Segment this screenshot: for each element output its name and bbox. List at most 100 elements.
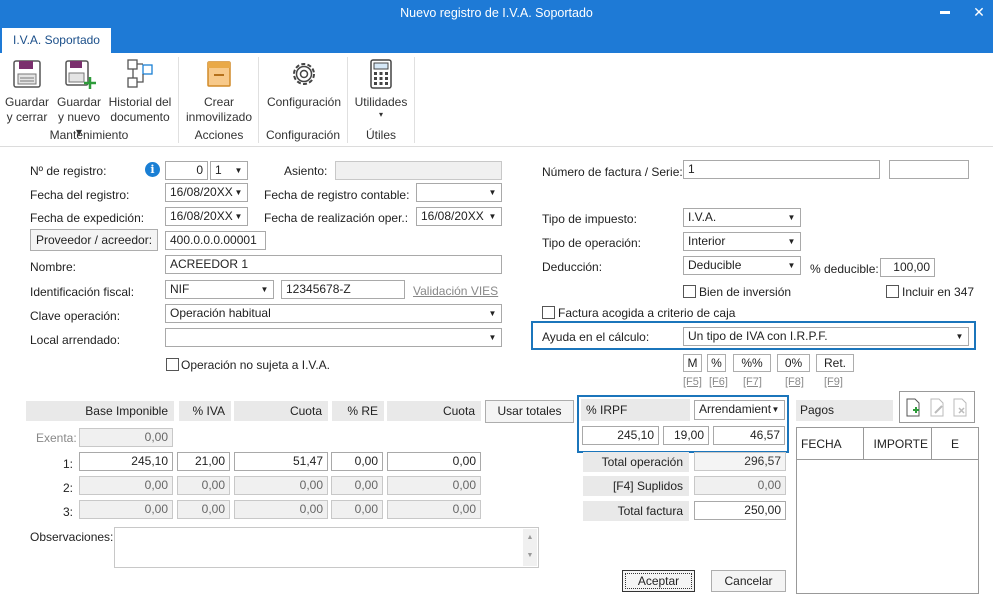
tipo-impuesto-select[interactable]: I.V.A. ▼ <box>683 208 801 227</box>
add-document-icon[interactable] <box>904 398 922 418</box>
fecha-oper-input[interactable]: 16/08/20XX ▼ <box>416 207 502 226</box>
tipo-operacion-select[interactable]: Interior ▼ <box>683 232 801 251</box>
nombre-label: Nombre: <box>30 260 77 274</box>
save-close-icon <box>13 60 41 88</box>
observaciones-textarea[interactable]: ▲ ▼ <box>114 527 539 568</box>
chevron-down-icon: ▼ <box>488 309 497 318</box>
tab-iva-soportado[interactable]: I.V.A. Soportado <box>2 28 111 53</box>
id-num-input[interactable]: 12345678-Z <box>281 280 405 299</box>
irpf-label: % IRPF <box>581 399 690 421</box>
pagos-toolbar <box>899 391 975 423</box>
ayuda-select[interactable]: Un tipo de IVA con I.R.P.F. ▼ <box>683 327 969 346</box>
irpf-pct-input[interactable]: 19,00 <box>663 426 709 445</box>
pagos-table[interactable]: FECHA IMPORTE E <box>796 427 979 594</box>
deduccion-label: Deducción: <box>542 260 603 274</box>
group-mantenimiento: Mantenimiento <box>49 128 129 142</box>
base-3-input[interactable]: 0,00 <box>79 500 173 519</box>
proveedor-input[interactable]: 400.0.0.0.00001 <box>165 231 266 250</box>
nombre-input[interactable]: ACREEDOR 1 <box>165 255 502 274</box>
cuota-2-input[interactable]: 0,00 <box>234 476 328 495</box>
re-2-input[interactable]: 0,00 <box>331 476 383 495</box>
num-factura-input[interactable]: 1 <box>683 160 880 179</box>
n-registro-input[interactable]: 0 <box>165 161 208 180</box>
utilidades-button[interactable]: Utilidades ▾ <box>352 57 410 120</box>
validacion-vies-link[interactable]: Validación VIES <box>413 284 498 298</box>
pagos-col-e: E <box>932 428 978 460</box>
re-3-input[interactable]: 0,00 <box>331 500 383 519</box>
ayuda-label: Ayuda en el cálculo: <box>542 330 650 344</box>
cuota-re-3-input[interactable]: 0,00 <box>387 500 481 519</box>
quick-pct-button[interactable]: % <box>707 354 726 372</box>
iva-3-input[interactable]: 0,00 <box>177 500 230 519</box>
historial-button[interactable]: Historial del documento <box>108 57 172 125</box>
proveedor-button[interactable]: Proveedor / acreedor: <box>30 229 158 251</box>
quick-pctpct-button[interactable]: %% <box>733 354 771 372</box>
chevron-down-icon: ▼ <box>260 285 269 294</box>
key-f7: [F7] <box>743 376 762 388</box>
iva-2-input[interactable]: 0,00 <box>177 476 230 495</box>
re-1-input[interactable]: 0,00 <box>331 452 383 471</box>
edit-document-icon[interactable] <box>928 398 946 418</box>
total-factura-input[interactable]: 250,00 <box>694 501 786 520</box>
cancelar-button[interactable]: Cancelar <box>711 570 786 592</box>
base-2-input[interactable]: 0,00 <box>79 476 173 495</box>
quick-zero-button[interactable]: 0% <box>777 354 810 372</box>
fecha-expedicion-input[interactable]: 16/08/20XX ▼ <box>165 207 248 226</box>
cuota-re-1-input[interactable]: 0,00 <box>387 452 481 471</box>
textarea-scrollbar[interactable]: ▲ ▼ <box>523 529 537 566</box>
criterio-caja-checkbox[interactable] <box>542 306 555 319</box>
cuota-3-input[interactable]: 0,00 <box>234 500 328 519</box>
cuota-1-input[interactable]: 51,47 <box>234 452 328 471</box>
deduccion-select[interactable]: Deducible ▼ <box>683 256 801 275</box>
minimize-icon[interactable]: ▬ <box>928 0 962 26</box>
criterio-caja-label: Factura acogida a criterio de caja <box>558 306 736 320</box>
asiento-label: Asiento: <box>284 164 328 178</box>
base-1-input[interactable]: 245,10 <box>79 452 173 471</box>
exenta-label: Exenta: <box>36 431 77 445</box>
key-f8: [F8] <box>785 376 804 388</box>
usar-totales-button[interactable]: Usar totales <box>485 400 574 423</box>
chevron-down-icon: ▼ <box>955 332 964 341</box>
configuracion-button[interactable]: Configuración <box>264 57 344 110</box>
clave-select[interactable]: Operación habitual ▼ <box>165 304 502 323</box>
bien-inversion-checkbox[interactable] <box>683 285 696 298</box>
irpf-importe-input[interactable]: 46,57 <box>713 426 785 445</box>
window-title: Nuevo registro de I.V.A. Soportado <box>400 6 593 20</box>
incluir-347-checkbox[interactable] <box>886 285 899 298</box>
irpf-tipo-select[interactable]: Arrendamient ▼ <box>694 400 785 420</box>
no-sujeta-checkbox[interactable] <box>166 358 179 371</box>
pct-deducible-input[interactable]: 100,00 <box>880 258 935 277</box>
col-cuota: Cuota <box>234 401 328 421</box>
quick-ret-button[interactable]: Ret. <box>816 354 854 372</box>
total-factura-label: Total factura <box>583 501 689 521</box>
crear-inmovilizado-button[interactable]: Crear inmovilizado <box>184 57 254 125</box>
guardar-cerrar-button[interactable]: Guardar y cerrar <box>4 57 50 125</box>
pct-deducible-label: % deducible: <box>810 262 879 276</box>
chevron-down-icon: ▼ <box>771 405 780 414</box>
serie-input[interactable] <box>889 160 969 179</box>
delete-document-icon[interactable] <box>951 398 969 418</box>
n-registro-serie-select[interactable]: 1 ▼ <box>210 161 248 180</box>
id-tipo-select[interactable]: NIF ▼ <box>165 280 274 299</box>
irpf-base-input[interactable]: 245,10 <box>582 426 659 445</box>
chevron-down-icon: ▼ <box>488 333 497 342</box>
title-bar: Nuevo registro de I.V.A. Soportado ▬ ✕ <box>0 0 993 26</box>
cuota-re-2-input[interactable]: 0,00 <box>387 476 481 495</box>
pagos-col-importe: IMPORTE <box>864 428 932 460</box>
history-icon <box>127 59 153 88</box>
fecha-registro-input[interactable]: 16/08/20XX ▼ <box>165 183 248 202</box>
asiento-input <box>335 161 502 180</box>
fecha-contable-input[interactable]: ▼ <box>416 183 502 202</box>
fecha-expedicion-label: Fecha de expedición: <box>30 211 145 225</box>
tipo-impuesto-label: Tipo de impuesto: <box>542 212 637 226</box>
quick-m-button[interactable]: M <box>683 354 702 372</box>
n-registro-label: Nº de registro: <box>30 164 107 178</box>
close-icon[interactable]: ✕ <box>962 0 993 26</box>
info-icon[interactable]: i <box>145 162 160 177</box>
clave-label: Clave operación: <box>30 309 121 323</box>
aceptar-button[interactable]: Aceptar <box>622 570 695 592</box>
local-select[interactable]: ▼ <box>165 328 502 347</box>
save-new-icon <box>65 60 96 89</box>
total-operacion-label: Total operación <box>583 452 689 472</box>
iva-1-input[interactable]: 21,00 <box>177 452 230 471</box>
